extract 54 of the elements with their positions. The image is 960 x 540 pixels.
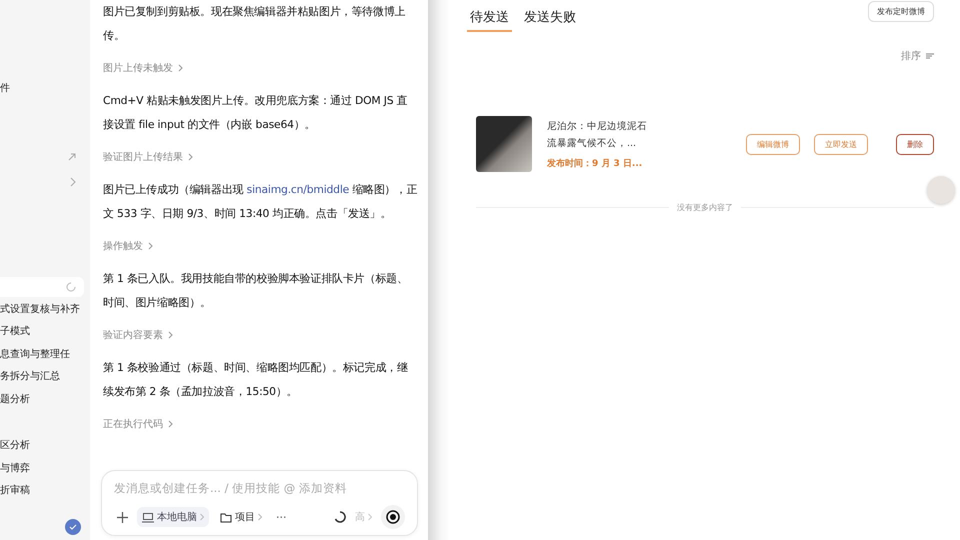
post-time: 发布时间：9 月 3 日... [547,157,644,170]
sidebar-item[interactable]: 息查询与整理任 [0,344,80,366]
step-link[interactable]: 验证图片上传结果 [103,150,183,164]
message-input[interactable]: 发消息或创建任务... / 使用技能 @ 添加资料 [114,481,405,495]
check-badge-icon [65,519,81,535]
chevron-right-icon [178,64,183,72]
sort-icon [926,53,934,59]
post-title: 尼泊尔：中尼边境泥石流暴露气候不公，... [547,120,647,151]
sidebar-item[interactable]: 折审稿 [0,480,30,502]
sidebar-item[interactable]: 式设置复核与补齐 [0,298,80,321]
tab[interactable]: 发送失败 [524,8,576,32]
stop-button[interactable] [381,505,405,529]
context-chip[interactable]: 本地电脑 [137,507,209,527]
search-field[interactable] [0,276,84,296]
chevron-right-icon [188,153,193,161]
context-chip[interactable]: 项目 [215,507,267,527]
schedule-post-button[interactable]: 发布定时微博 [868,1,934,22]
more-button[interactable]: ··· [273,508,290,526]
sidebar-item[interactable]: 区分析 [0,435,30,458]
chevron-right-icon [200,513,204,521]
laptop-icon [142,512,154,522]
message-text: 第 1 条已入队。我用技能自带的校验脚本验证排队卡片（标题、时间、图片缩略图）。 [103,271,409,311]
delete-button[interactable]: 删除 [896,134,934,154]
photo-placeholder [476,116,532,172]
sort-button[interactable]: 排序 [901,49,934,63]
spinner-icon [334,511,346,523]
end-note: 没有更多内容了 [677,202,733,213]
chevron-right-icon [148,242,153,250]
chevron-right-icon [368,513,372,521]
message-text: 图片已上传成功（编辑器出现 sinaimg.cn/bmiddle 缩略图），正文 533 字、日期 9/3、时间 13:40 均正确。点击「发送」。 [103,182,418,222]
step-link[interactable]: 图片上传未触发 [103,61,173,75]
link[interactable]: sinaimg.cn/bmiddle [246,183,350,196]
sidebar-item[interactable]: 务拆分与汇总 [0,366,80,388]
sidebar-item[interactable]: 题分析 [0,388,80,411]
chevron-right-icon [258,513,262,521]
chevron-right-icon [168,331,173,339]
plus-icon [117,512,128,522]
folder-icon [220,512,232,522]
sidebar-item[interactable]: 子模式 [0,321,80,344]
sidebar-item[interactable]: 件 [0,78,10,100]
chevron-right-icon [168,420,173,428]
step-link[interactable]: 操作触发 [103,239,143,253]
tab[interactable]: 待发送 [467,8,512,32]
message-text: 第 1 条校验通过（标题、时间、缩略图均匹配）。标记完成，继续发布第 2 条（孟加拉波音，15:50）。 [103,360,409,400]
spinner-icon [66,282,76,292]
chevron-right-icon [70,176,76,186]
sidebar-item[interactable]: 与博弈 [0,458,30,480]
step-link[interactable]: 验证内容要素 [103,328,163,342]
add-button[interactable] [114,510,131,524]
arrow-icon [68,152,76,160]
stop-icon [386,510,400,524]
message-text: 图片已复制到剪贴板。现在聚焦编辑器并粘贴图片，等待微博上传。 [103,4,406,44]
message-text: Cmd+V 粘贴未触发图片上传。改用兜底方案：通过 DOM JS 直接设置 file input 的文件（内嵌 base64）。 [103,93,408,133]
step-link[interactable]: 正在执行代码 [103,417,163,431]
